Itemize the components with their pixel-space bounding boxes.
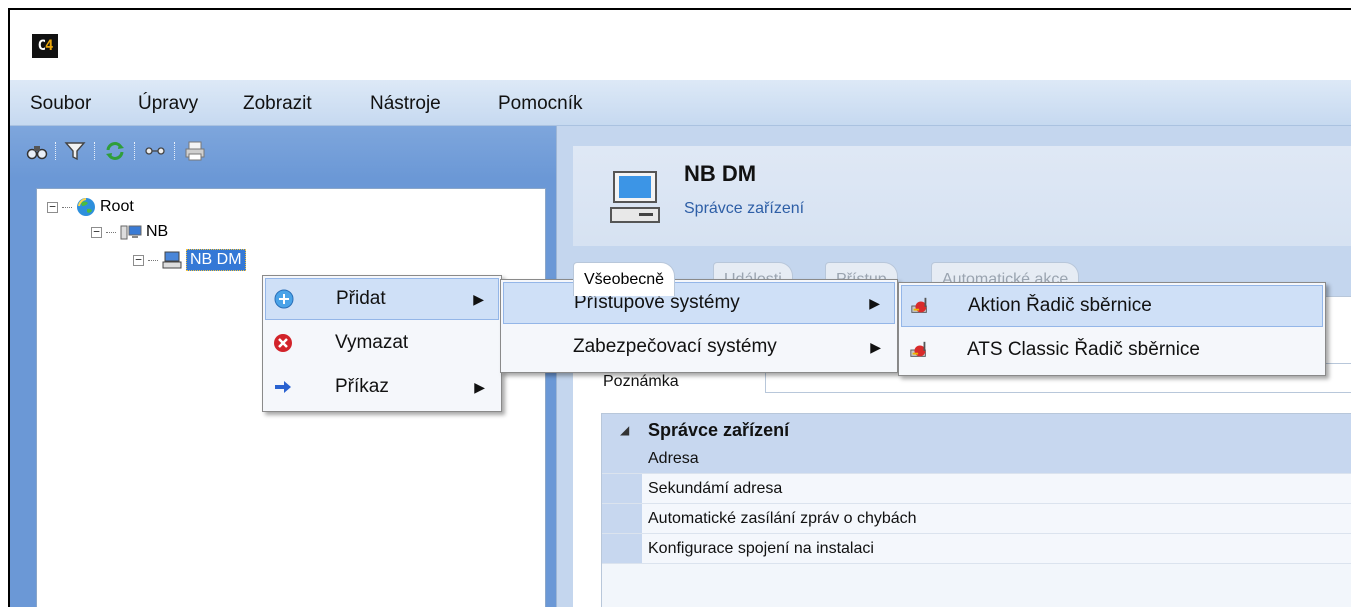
detail-header: NB DM Správce zařízení [573,146,1351,246]
menu-item-prikaz[interactable]: Příkaz ▶ [265,366,499,408]
collapse-icon[interactable]: − [47,201,58,213]
submenu-arrow-icon: ▶ [474,379,485,395]
property-row-sekundarni-adresa[interactable]: Sekundámí adresa [602,474,1351,504]
property-row-konfigurace-spojeni[interactable]: Konfigurace spojení na instalaci [602,534,1351,564]
add-icon [274,289,294,309]
menu-item-vymazat[interactable]: Vymazat [265,322,499,364]
menu-item-pridat[interactable]: Přidat ▶ [265,278,499,320]
menu-item-pristupove-systemy[interactable]: Přístupové systémy ▶ [503,282,895,324]
delete-icon [274,334,292,352]
property-category-label: Správce zařízení [648,420,790,440]
submenu-arrow-icon: ▶ [473,291,484,307]
filter-icon[interactable] [64,140,86,162]
property-row-adresa[interactable]: Adresa [602,444,1351,474]
bus-controller-icon [911,297,927,313]
globe-icon [77,198,95,216]
tree-node-nb[interactable]: − NB [91,223,168,241]
computer-network-icon [120,225,142,240]
context-menu: Přidat ▶ Vymazat Příkaz ▶ [262,275,502,412]
app-logo: C4 [32,34,58,58]
menu-nastroje[interactable]: Nástroje [370,93,441,115]
note-label: Poznámka [603,373,679,390]
binoculars-icon[interactable] [26,140,48,162]
collapse-icon[interactable]: − [133,254,144,266]
tree-node-label-selected: NB DM [186,249,246,271]
property-grid: ◢ Správce zařízení Adresa Sekundámí adre… [601,413,1351,607]
menu-upravy[interactable]: Úpravy [138,93,198,115]
tree-connector [148,259,158,261]
submenu-arrow-icon: ▶ [869,295,880,311]
submenu-arrow-icon: ▶ [870,339,881,355]
refresh-icon[interactable] [104,140,126,162]
menu-bar: Soubor Úpravy Zobrazit Nástroje Pomocník [10,80,1351,126]
menu-soubor[interactable]: Soubor [30,93,91,115]
toolbar-separator [174,142,176,160]
menu-item-ats-classic-radic[interactable]: ATS Classic Řadič sběrnice [901,329,1323,371]
detail-subtitle: Správce zařízení [684,200,805,217]
print-icon[interactable] [184,140,206,162]
menu-item-aktion-radic[interactable]: Aktion Řadič sběrnice [901,285,1323,327]
property-category[interactable]: ◢ Správce zařízení [602,414,1351,444]
bus-controller-icon [910,341,926,357]
toolbar [10,126,556,178]
tree-connector [106,231,116,233]
device-manager-icon [162,251,182,269]
detail-title: NB DM [684,161,757,186]
command-arrow-icon [275,381,291,393]
tree-node-label: NB [146,223,169,240]
tree-node-label: Root [100,198,134,215]
computer-icon [610,171,660,223]
menu-item-zabezpecovaci-systemy[interactable]: Zabezpečovací systémy ▶ [503,326,895,368]
collapse-triangle-icon[interactable]: ◢ [620,414,629,446]
tree-connector [62,206,72,208]
submenu-pridat: Přístupové systémy ▶ Zabezpečovací systé… [500,279,898,373]
property-row-automaticke-zasilani[interactable]: Automatické zasílání zpráv o chybách [602,504,1351,534]
connect-icon[interactable] [144,140,166,162]
menu-zobrazit[interactable]: Zobrazit [243,93,312,115]
menu-pomocnik[interactable]: Pomocník [498,93,582,115]
tree-node-nbdm[interactable]: − NB DM [133,249,246,271]
submenu-pristupove-systemy: Aktion Řadič sběrnice ATS Classic Řadič … [898,282,1326,376]
tab-vseobecne[interactable]: Všeobecně [573,262,676,296]
toolbar-separator [134,142,136,160]
tree-node-root[interactable]: − Root [47,197,134,217]
toolbar-separator [55,142,57,160]
toolbar-separator [94,142,96,160]
title-bar: C4 [10,10,1351,80]
collapse-icon[interactable]: − [91,226,102,238]
